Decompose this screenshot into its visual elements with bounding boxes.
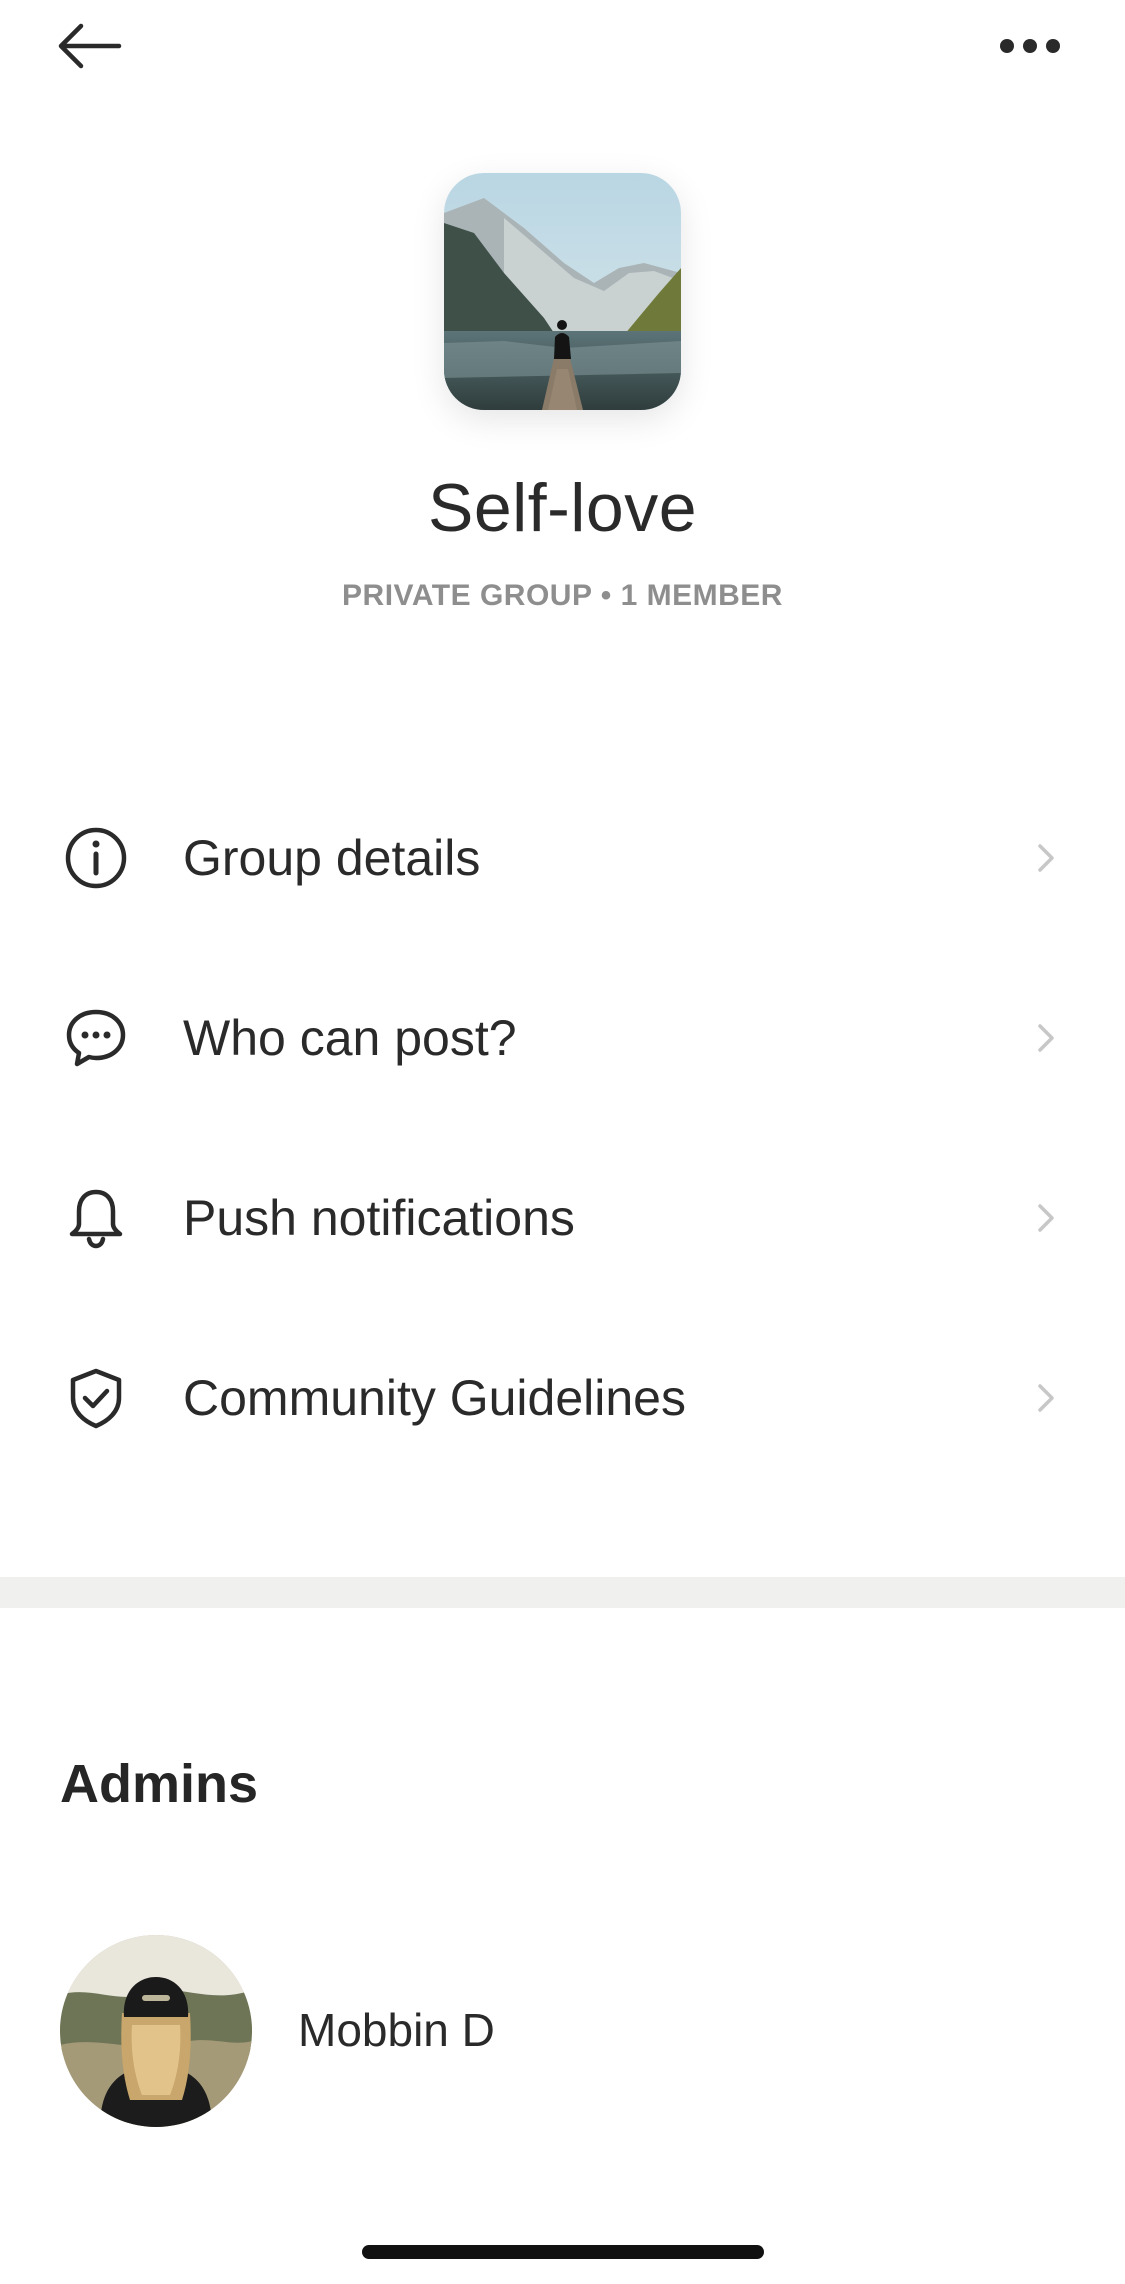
- chevron-right-icon: [1038, 1024, 1054, 1052]
- arrow-left-icon: [58, 23, 122, 69]
- more-options-button[interactable]: [980, 16, 1080, 76]
- group-meta: PRIVATE GROUP • 1 MEMBER: [342, 579, 783, 612]
- chevron-right-icon: [1038, 1384, 1054, 1412]
- back-button[interactable]: [45, 10, 135, 82]
- chat-bubble-icon: [66, 1009, 126, 1067]
- bell-icon: [69, 1189, 123, 1249]
- menu-item-label: Who can post?: [183, 1010, 517, 1066]
- section-divider: [0, 1577, 1125, 1608]
- avatar: [60, 1935, 252, 2127]
- menu-item-label: Push notifications: [183, 1190, 575, 1246]
- info-circle-icon: [65, 827, 127, 889]
- home-indicator[interactable]: [362, 2245, 764, 2259]
- menu-item-who-can-post[interactable]: Who can post?: [0, 948, 1125, 1128]
- shield-check-icon: [70, 1368, 122, 1429]
- menu-item-community-guidelines[interactable]: Community Guidelines: [0, 1308, 1125, 1488]
- menu-item-group-details[interactable]: Group details: [0, 768, 1125, 948]
- admin-list-item[interactable]: Mobbin D: [0, 1930, 1125, 2130]
- admin-name: Mobbin D: [298, 2004, 495, 2056]
- admins-heading: Admins: [60, 1754, 259, 1814]
- group-title: Self-love: [427, 470, 698, 546]
- chevron-right-icon: [1038, 1204, 1054, 1232]
- chevron-right-icon: [1038, 844, 1054, 872]
- top-bar: [0, 0, 1125, 110]
- more-horizontal-icon: [1000, 39, 1060, 53]
- group-cover-image: [444, 173, 681, 410]
- menu-item-label: Community Guidelines: [183, 1370, 686, 1426]
- menu-item-push-notifications[interactable]: Push notifications: [0, 1128, 1125, 1308]
- menu-item-label: Group details: [183, 830, 481, 886]
